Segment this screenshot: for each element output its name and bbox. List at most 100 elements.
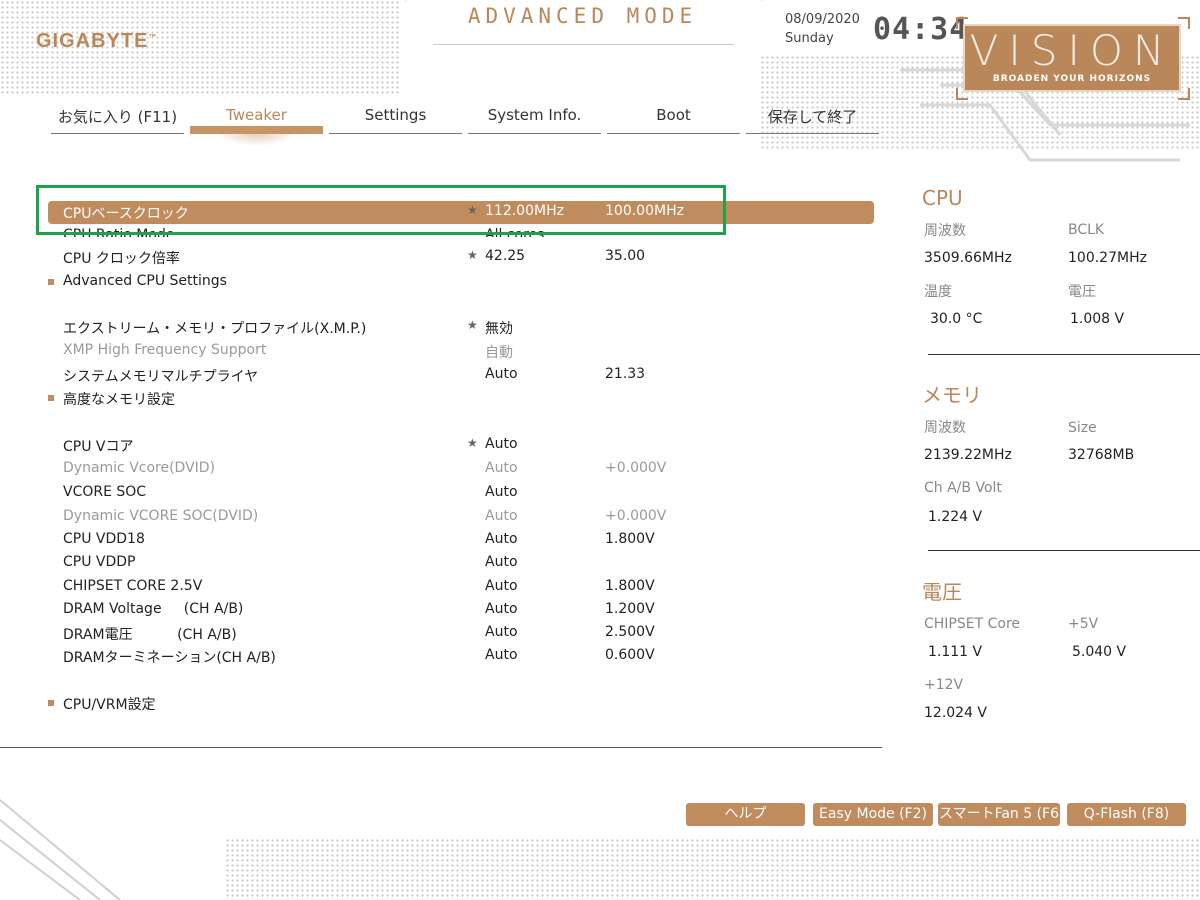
setting-value: Auto [485,460,518,476]
setting-row-cpu-ratio-mode[interactable]: CPU Ratio Mode All cores [48,225,874,237]
setting-row-vcore-soc[interactable]: VCORE SOC Auto [48,482,874,505]
setting-row-dram-denatsu[interactable]: DRAM電圧 (CH A/B) Auto 2.500V [48,622,874,645]
star-icon: ★ [467,318,478,332]
setting-value: All cores [485,227,545,237]
setting-value: Auto [485,554,518,570]
bullet-icon [48,279,54,285]
setting-label: Dynamic VCORE SOC(DVID) [63,508,259,524]
cpu-section-title: CPU [922,186,963,210]
cpu-freq-label: 周波数 [924,223,966,239]
setting-label: DRAM電圧 (CH A/B) [63,627,237,643]
star-icon: ★ [467,248,478,262]
star-icon: ★ [467,203,478,217]
setting-row-advanced-memory[interactable]: 高度なメモリ設定 [48,387,874,410]
setting-current: 1.200V [605,601,655,617]
setting-label: CPU VDDP [63,554,136,570]
setting-value: 自動 [485,345,513,361]
cpu-volt-label: 電圧 [1068,284,1096,300]
cpu-temp-label: 温度 [924,284,952,300]
setting-row-cpu-vcore[interactable]: CPU Vコア ★ Auto [48,434,874,457]
v12-label: +12V [924,677,964,693]
star-icon: ★ [467,436,478,450]
setting-row-dram-voltage[interactable]: DRAM Voltage (CH A/B) Auto 1.200V [48,599,874,622]
setting-value: Auto [485,578,518,594]
setting-value: Auto [485,531,518,547]
smart-fan-button[interactable]: スマートFan 5 (F6 [938,803,1060,826]
setting-current: 35.00 [605,248,646,264]
v5-value: 5.040 V [1072,644,1127,660]
memory-section-title: メモリ [922,383,982,407]
memory-size-value: 32768MB [1068,447,1135,463]
setting-label: 高度なメモリ設定 [63,392,175,408]
memory-chab-value: 1.224 V [928,509,983,525]
bullet-icon [48,700,54,706]
setting-value: Auto [485,484,518,500]
setting-value: Auto [485,647,518,663]
setting-current: 1.800V [605,578,655,594]
setting-row-cpu-vrm[interactable]: CPU/VRM設定 [48,692,874,715]
setting-label: Advanced CPU Settings [63,273,227,289]
setting-label: システムメモリマルチプライヤ [63,369,259,385]
cpu-volt-value: 1.008 V [1070,311,1125,327]
memory-freq-value: 2139.22MHz [924,447,1012,463]
memory-size-label: Size [1068,420,1097,436]
setting-label: CPU Vコア [63,439,134,455]
settings-list: CPUベースクロック ★ 112.00MHz 100.00MHz CPU Rat… [0,0,882,900]
setting-row-cpu-multiplier[interactable]: CPU クロック倍率 ★ 42.25 35.00 [48,246,874,269]
setting-current: 2.500V [605,624,655,640]
v5-label: +5V [1068,616,1099,632]
easy-mode-button[interactable]: Easy Mode (F2) [813,803,933,826]
memory-chab-label: Ch A/B Volt [924,480,1002,496]
help-button[interactable]: ヘルプ [686,803,805,826]
setting-row-xmp-high-freq: XMP High Frequency Support 自動 [48,340,874,363]
setting-current: 100.00MHz [605,203,684,219]
setting-label: DRAM Voltage (CH A/B) [63,601,244,617]
setting-value: 無効 [485,321,513,337]
setting-value: 42.25 [485,248,526,264]
chipset-core-value: 1.111 V [928,644,983,660]
setting-row-cpu-vdd18[interactable]: CPU VDD18 Auto 1.800V [48,529,874,552]
panel-divider [928,550,1200,551]
setting-value: Auto [485,624,518,640]
setting-label: VCORE SOC [63,484,147,500]
setting-label: CPU クロック倍率 [63,251,180,267]
setting-row-dram-termination[interactable]: DRAMターミネーション(CH A/B) Auto 0.600V [48,645,874,668]
setting-row-advanced-cpu[interactable]: Advanced CPU Settings [48,271,874,294]
setting-label: CHIPSET CORE 2.5V [63,578,203,594]
setting-row-cpu-vddp[interactable]: CPU VDDP Auto [48,552,874,575]
cpu-bclk-label: BCLK [1068,222,1105,238]
setting-label: CPU Ratio Mode [63,227,175,237]
setting-row-cpu-base-clock[interactable]: CPUベースクロック ★ 112.00MHz 100.00MHz [48,201,874,224]
setting-value: 112.00MHz [485,203,564,219]
cpu-freq-value: 3509.66MHz [924,250,1012,266]
v12-value: 12.024 V [924,705,988,721]
setting-current: 1.800V [605,531,655,547]
setting-value: Auto [485,508,518,524]
setting-row-chipset-core[interactable]: CHIPSET CORE 2.5V Auto 1.800V [48,576,874,599]
q-flash-button[interactable]: Q-Flash (F8) [1067,803,1186,826]
setting-value: Auto [485,366,518,382]
setting-label: CPUベースクロック [63,206,189,222]
cpu-bclk-value: 100.27MHz [1068,250,1147,266]
setting-value: Auto [485,601,518,617]
bullet-icon [48,395,54,401]
setting-current: 21.33 [605,366,646,382]
hardware-monitor-panel: CPU 周波数 BCLK 3509.66MHz 100.27MHz 温度 電圧 … [922,0,1200,900]
cpu-temp-value: 30.0 °C [930,311,983,327]
divider [0,747,882,748]
chipset-core-label: CHIPSET Core [924,616,1021,632]
setting-value: Auto [485,436,518,452]
setting-row-xmp[interactable]: エクストリーム・メモリ・プロファイル(X.M.P.) ★ 無効 [48,316,874,339]
setting-current: +0.000V [605,508,667,524]
panel-divider [928,354,1200,355]
setting-label: エクストリーム・メモリ・プロファイル(X.M.P.) [63,321,367,337]
setting-label: Dynamic Vcore(DVID) [63,460,216,476]
setting-current: 0.600V [605,647,655,663]
setting-label: CPU VDD18 [63,531,145,547]
voltage-section-title: 電圧 [922,580,962,604]
setting-current: +0.000V [605,460,667,476]
setting-row-memory-multiplier[interactable]: システムメモリマルチプライヤ Auto 21.33 [48,364,874,387]
setting-row-dynamic-vcore: Dynamic Vcore(DVID) Auto +0.000V [48,458,874,481]
setting-label: CPU/VRM設定 [63,697,156,713]
setting-row-dynamic-vcore-soc: Dynamic VCORE SOC(DVID) Auto +0.000V [48,506,874,529]
